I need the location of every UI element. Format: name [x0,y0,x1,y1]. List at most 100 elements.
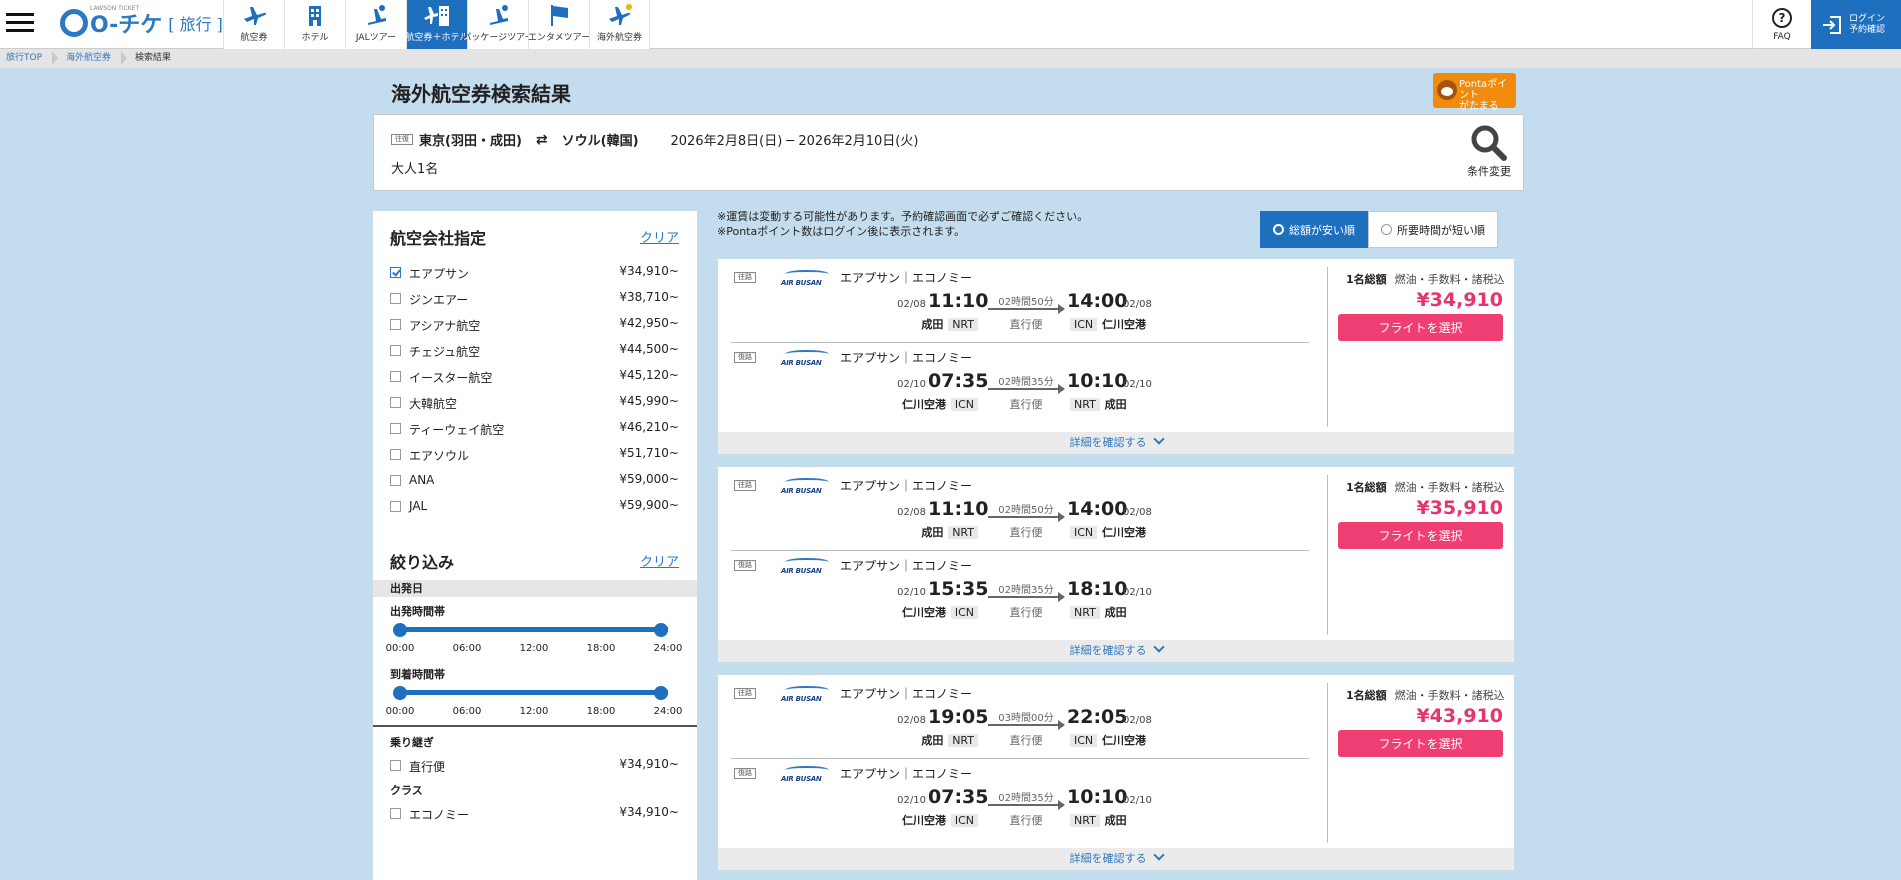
hamburger-menu-icon[interactable] [6,13,34,35]
breadcrumb-overseas-airline[interactable]: 海外航空券 [60,49,129,68]
show-details-toggle[interactable]: 詳細を確認する [718,640,1514,662]
change-conditions-label: 条件変更 [1467,165,1511,178]
show-details-toggle[interactable]: 詳細を確認する [718,848,1514,870]
class-label: クラス [390,784,423,797]
radio-icon [1273,224,1284,235]
depart-time-slider[interactable]: 00:00 06:00 12:00 18:00 24:00 [373,623,697,668]
show-details-toggle[interactable]: 詳細を確認する [718,432,1514,454]
arrival-airport-code: NRT [1070,606,1100,619]
radio-icon [1381,224,1392,235]
checkbox[interactable] [390,345,401,356]
airline-filter-row[interactable]: チェジュ航空 ¥44,500~ [373,339,697,365]
checkbox[interactable] [390,449,401,460]
checkbox[interactable] [390,423,401,434]
destination: ソウル(韓国) [561,134,639,149]
logo-text: AIR BUSAN [781,487,822,495]
nav-jal-tour[interactable]: JALツアー [345,0,406,49]
airline-min-price: ¥45,120~ [619,368,679,382]
airline-filter-row[interactable]: アシアナ航空 ¥42,950~ [373,313,697,339]
airline-min-price: ¥59,000~ [619,472,679,486]
transfer-filter-row[interactable]: 直行便 ¥34,910~ [373,754,697,780]
logo-swoosh [785,270,829,278]
airline-logo: AIR BUSAN [781,558,831,576]
select-flight-button[interactable]: フライトを選択 [1338,522,1503,549]
checkbox[interactable] [390,475,401,486]
airline-filter-row[interactable]: エアプサン ¥34,910~ [373,261,697,287]
flight-duration: 03時間00分 [998,713,1054,724]
airline-filter-row[interactable]: 大韓航空 ¥45,990~ [373,391,697,417]
refine-header: 絞り込み クリア [373,535,697,580]
flag-icon [551,5,568,26]
select-flight-button[interactable]: フライトを選択 [1338,314,1503,341]
site-logo[interactable]: LAWSON TICKET O-チケ [ 旅行 ] [60,5,223,39]
airline-min-price: ¥59,900~ [619,498,679,512]
question-icon: ? [1772,7,1792,28]
airline-filter-row[interactable]: JAL ¥59,900~ [373,495,697,521]
checkbox[interactable] [390,293,401,304]
login-label: ログイン [1849,13,1886,24]
jal-tour-icon [368,5,386,25]
departure-airport-name: 成田 [921,318,944,331]
logo-sub: [ 旅行 ] [168,15,223,34]
flight-result-card: 往路 AIR BUSAN エアプサン｜エコノミー 02/08 11:10 成田 … [718,467,1514,662]
nav-label: 海外航空券 [596,33,642,43]
slider-min-handle[interactable] [393,686,407,700]
ponta-banner[interactable]: Pontaポイント がたまる [1433,73,1516,112]
arrival-airport: NRT 成田 [1069,396,1127,412]
login-button[interactable]: ログイン 予約確認 [1811,0,1901,49]
sort-cheapest-button[interactable]: 総額が安い順 [1260,211,1368,248]
nonstop-label: 直行便 [1009,398,1043,411]
arrival-date: 02/08 [1123,299,1152,310]
checkbox[interactable] [390,267,401,278]
checkbox[interactable] [390,319,401,330]
logo-swoosh [785,558,829,566]
airline-filter-clear[interactable]: クリア [640,227,679,246]
faq-link[interactable]: ? FAQ [1752,0,1811,49]
arrival-date: 02/08 [1123,507,1152,518]
checkbox[interactable] [390,760,401,771]
breadcrumb-travel-top[interactable]: 旅行TOP [0,49,60,68]
slider-min-handle[interactable] [393,623,407,637]
arrive-time-slider[interactable]: 00:00 06:00 12:00 18:00 24:00 [373,686,697,731]
slider-track [400,690,668,695]
checkbox[interactable] [390,371,401,382]
airline-filter-row[interactable]: エアソウル ¥51,710~ [373,443,697,469]
global-nav: 航空券 ホテル JALツアー 航空券＋ホテル パッケージツアー エンタメツアー … [223,0,650,49]
nav-package-tour[interactable]: パッケージツアー [462,0,534,49]
airline-filter-row[interactable]: ANA ¥59,000~ [373,469,697,495]
flight-leg: 復路 AIR BUSAN エアプサン｜エコノミー 02/10 07:35 仁川空… [718,339,1318,419]
nav-entame-tour[interactable]: エンタメツアー [528,0,590,49]
flight-leg: 復路 AIR BUSAN エアプサン｜エコノミー 02/10 15:35 仁川空… [718,547,1318,627]
class-filter-row[interactable]: エコノミー ¥34,910~ [373,802,697,828]
checkbox[interactable] [390,808,401,819]
arrival-time: 10:10 [1067,370,1128,392]
airline-min-price: ¥45,990~ [619,394,679,408]
checkbox[interactable] [390,397,401,408]
nav-overseas-airline[interactable]: 海外航空券 [589,0,650,49]
airline-class: エアプサン｜エコノミー [840,687,973,701]
refine-clear[interactable]: クリア [640,551,679,570]
airline-filter-row[interactable]: ティーウェイ航空 ¥46,210~ [373,417,697,443]
slider-max-handle[interactable] [654,623,668,637]
select-flight-button[interactable]: フライトを選択 [1338,730,1503,757]
overseas-airplane-icon [608,4,632,25]
change-conditions-button[interactable]: 条件変更 [1467,123,1511,179]
nav-airline-ticket[interactable]: 航空券 [223,0,284,49]
checkbox[interactable] [390,501,401,512]
airline-filter-row[interactable]: ジンエアー ¥38,710~ [373,287,697,313]
slider-max-handle[interactable] [654,686,668,700]
airline-filter-row[interactable]: イースター航空 ¥45,120~ [373,365,697,391]
logo-swoosh [785,478,829,486]
transfer-price: ¥34,910~ [619,757,679,771]
departure-date: 02/08 [897,299,926,310]
leg-direction-tag: 復路 [734,352,756,363]
departure-airport-code: ICN [950,814,978,827]
departure-date: 02/08 [897,507,926,518]
nav-hotel[interactable]: ホテル [284,0,345,49]
arrival-date: 02/08 [1123,715,1152,726]
nav-label: パッケージツアー [462,33,534,43]
search-route: 往復 東京(羽田・成田) ⇄ ソウル(韓国) 2026年2月8日(日) ─ 20… [391,130,918,149]
logo-text: AIR BUSAN [781,695,822,703]
sort-shortest-button[interactable]: 所要時間が短い順 [1368,211,1498,248]
nav-airline-hotel[interactable]: 航空券＋ホテル [406,0,469,49]
